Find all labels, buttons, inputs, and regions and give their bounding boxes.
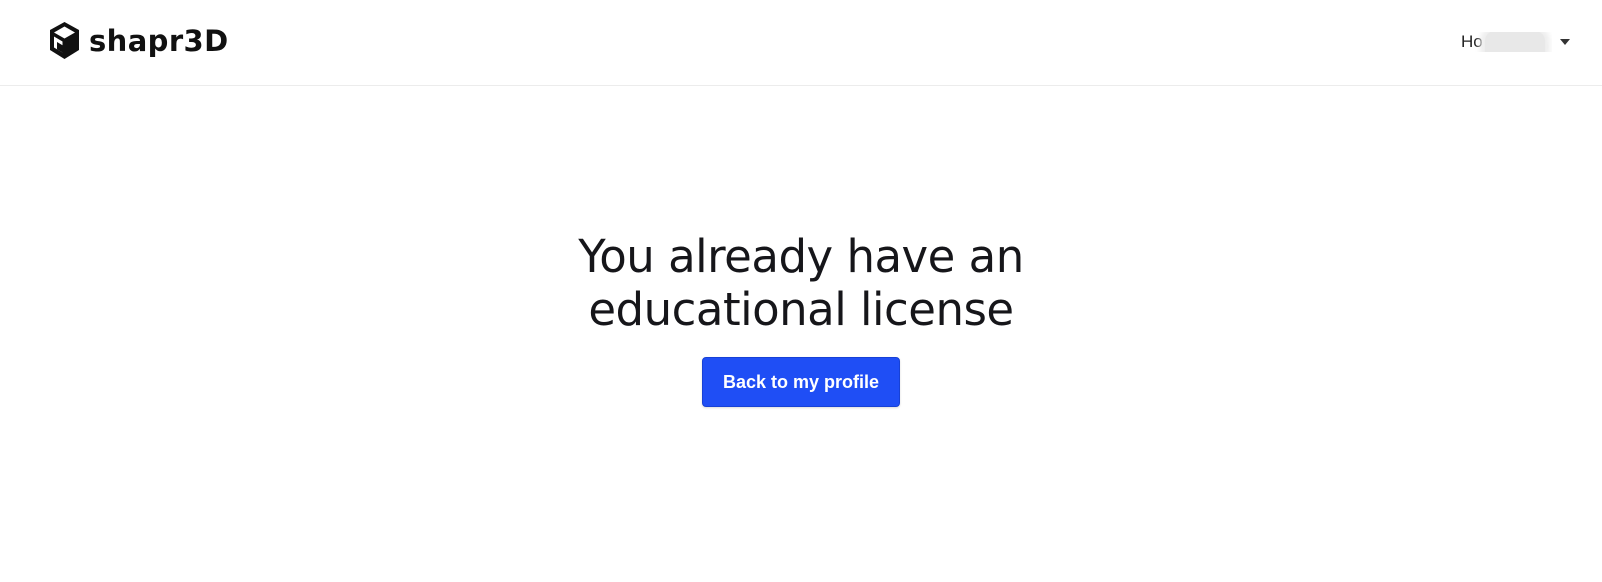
user-name: Ho e — [1461, 32, 1552, 52]
back-to-profile-button[interactable]: Back to my profile — [701, 357, 901, 407]
logo-wordmark: shapr3D — [89, 23, 229, 58]
shapr3d-logo-icon — [50, 21, 79, 59]
caret-down-icon — [1560, 39, 1570, 45]
page-title: You already have an educational license — [578, 230, 1024, 336]
top-bar: shapr3D Ho e — [0, 0, 1602, 86]
main-content: You already have an educational license … — [0, 230, 1602, 407]
user-menu-toggle[interactable]: Ho e — [1461, 28, 1570, 56]
home-logo-link[interactable]: shapr3D — [48, 20, 229, 62]
redacted-name-blur — [1485, 32, 1545, 52]
